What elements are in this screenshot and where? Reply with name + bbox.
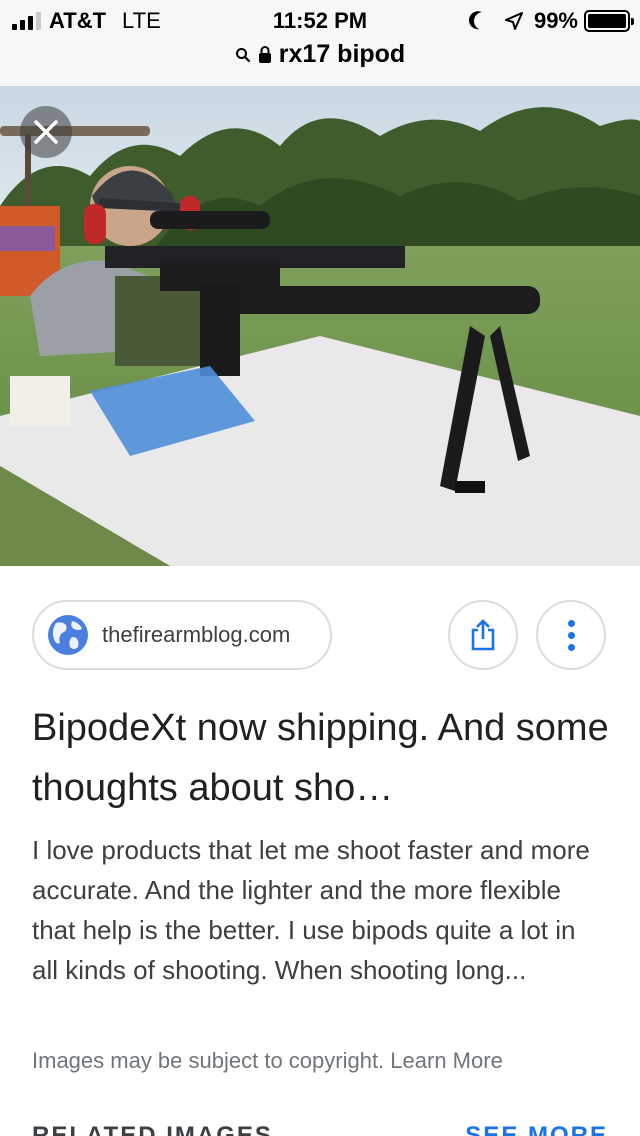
search-query: rx17 bipod [278, 40, 406, 68]
see-more-link[interactable]: SEE MORE [465, 1122, 608, 1136]
battery-percent: 99% [533, 8, 578, 33]
url-display[interactable]: rx17 bipod [235, 40, 405, 69]
search-icon [235, 47, 250, 62]
result-description: I love products that let me shoot faster… [32, 835, 590, 985]
globe-icon [48, 615, 88, 655]
battery-icon [584, 10, 634, 32]
share-icon [471, 619, 495, 651]
close-button[interactable] [20, 106, 72, 158]
result-image[interactable] [0, 86, 640, 566]
do-not-disturb-icon [471, 9, 494, 32]
share-button[interactable] [448, 600, 518, 670]
related-images-heading: RELATED IMAGES [32, 1122, 273, 1136]
source-domain: thefirearmblog.com [102, 622, 291, 647]
url-bar[interactable]: rx17 bipod [0, 40, 640, 86]
lock-icon [258, 45, 271, 63]
source-link[interactable]: thefirearmblog.com [32, 600, 332, 670]
location-arrow-icon [504, 12, 523, 30]
copyright-notice: Images may be subject to copyright. Lear… [32, 1048, 503, 1074]
status-right: 99% [468, 8, 634, 34]
result-title[interactable]: BipodeXt now shipping. And some thoughts… [32, 698, 612, 818]
copyright-text: Images may be subject to copyright. [32, 1048, 385, 1073]
status-bar: AT&T LTE 11:52 PM 99% [0, 0, 640, 40]
learn-more-link[interactable]: Learn More [390, 1048, 503, 1073]
image-scene [0, 86, 640, 566]
close-icon [34, 120, 58, 144]
more-options-button[interactable] [536, 600, 606, 670]
more-vert-icon [567, 619, 575, 651]
